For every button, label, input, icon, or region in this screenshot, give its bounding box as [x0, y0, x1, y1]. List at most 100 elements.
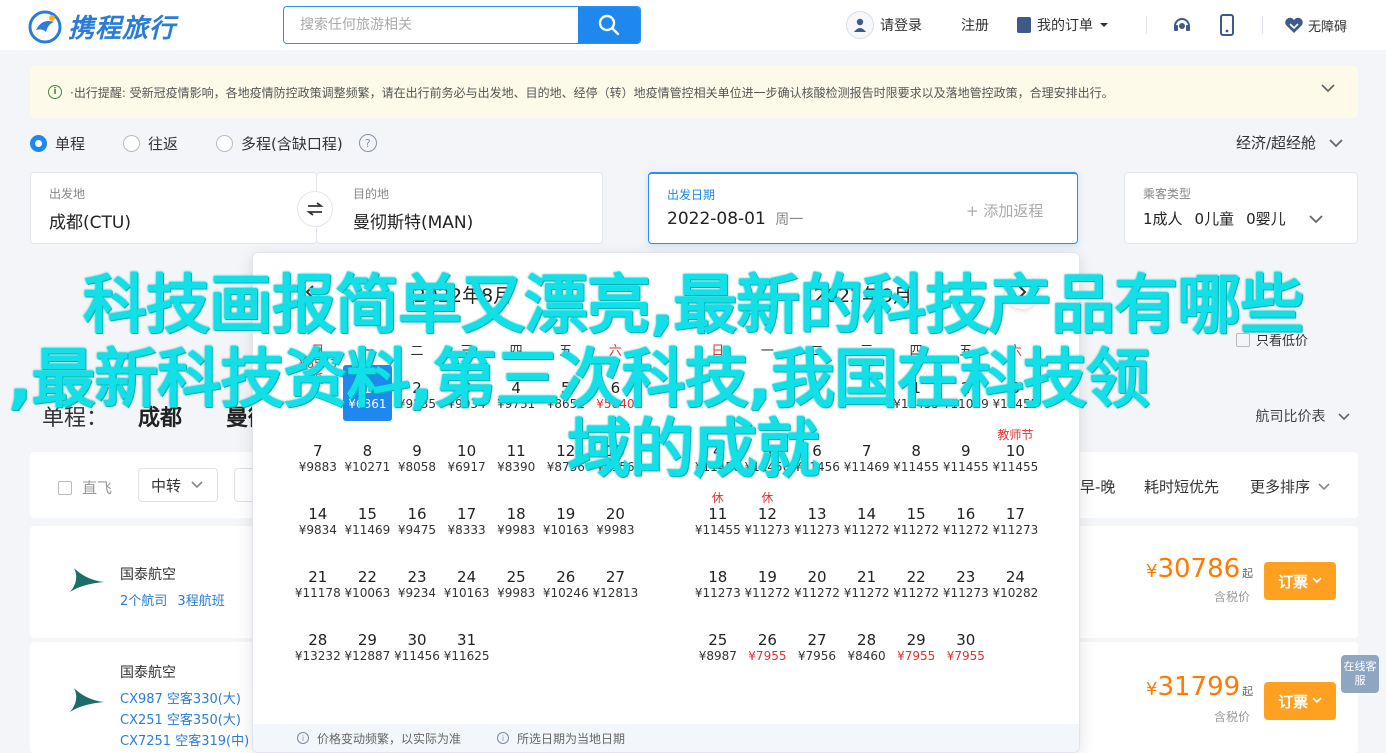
calendar-day[interactable]: 7 ¥11469	[842, 428, 892, 484]
calendar-day[interactable]: 教师节 10 ¥11455	[991, 428, 1041, 484]
calendar-day[interactable]: 8 ¥10271	[343, 428, 393, 484]
calendar-day[interactable]: 20 ¥9983	[591, 491, 641, 547]
calendar-day[interactable]: 13 ¥9156	[591, 428, 641, 484]
airline-compare-link[interactable]: 航司比价表	[1256, 406, 1350, 426]
calendar-day[interactable]: 26 ¥10246	[541, 554, 591, 610]
calendar-day[interactable]: 27 ¥7956	[792, 617, 842, 673]
search-input[interactable]	[284, 7, 578, 43]
calendar-day[interactable]: 10 ¥6917	[442, 428, 492, 484]
next-month-button[interactable]	[1005, 275, 1039, 309]
calendar-day[interactable]: 14 ¥11272	[842, 491, 892, 547]
calendar-day[interactable]: 28 ¥13232	[293, 617, 343, 673]
calendar-day[interactable]: 21 ¥11272	[842, 554, 892, 610]
weekday-header: 四	[909, 344, 923, 359]
calendar-day[interactable]: 17 ¥11273	[991, 491, 1041, 547]
chevron-down-icon[interactable]	[1320, 82, 1336, 94]
calendar-day[interactable]: 9 ¥8058	[392, 428, 442, 484]
dolphin-logo-icon	[28, 10, 62, 44]
segment-count-link[interactable]: 3程航班	[177, 594, 224, 609]
register-link[interactable]: 注册	[961, 0, 989, 50]
calendar-day[interactable]: 30 ¥11456	[392, 617, 442, 673]
sort-early-late[interactable]: 早-晚	[1080, 476, 1115, 497]
calendar-day[interactable]: 28 ¥8460	[842, 617, 892, 673]
destination-field[interactable]: 目的地 曼彻斯特(MAN)	[316, 172, 603, 244]
calendar-day[interactable]: 15 ¥11272	[891, 491, 941, 547]
sort-shortest[interactable]: 耗时短优先	[1144, 476, 1219, 497]
mobile-app-icon[interactable]	[1215, 13, 1239, 37]
calendar-day[interactable]: 6 ¥11456	[792, 428, 842, 484]
flight-number-link[interactable]: CX987 空客330(大)	[120, 688, 241, 707]
calendar-day[interactable]: 23 ¥11273	[941, 554, 991, 610]
passenger-type-field[interactable]: 乘客类型 1成人 0儿童 0婴儿	[1124, 172, 1358, 244]
more-sort-dropdown[interactable]: 更多排序	[1250, 476, 1330, 497]
calendar-day[interactable]: 1 ¥6361	[342, 365, 393, 421]
calendar-day[interactable]: 19 ¥11272	[743, 554, 793, 610]
calendar-day[interactable]: 16 ¥11272	[941, 491, 991, 547]
calendar-day[interactable]: 22 ¥11272	[891, 554, 941, 610]
airline-count-link[interactable]: 2个航司	[120, 594, 167, 609]
calendar-day[interactable]: 21 ¥11178	[293, 554, 343, 610]
calendar-day[interactable]: 29 ¥12887	[343, 617, 393, 673]
low-price-checkbox[interactable]: 只看低价	[1236, 330, 1308, 349]
calendar-day[interactable]: 29 ¥7955	[891, 617, 941, 673]
swap-cities-button[interactable]	[297, 191, 333, 227]
calendar-day[interactable]: 26 ¥7955	[743, 617, 793, 673]
calendar-day[interactable]: 30 ¥7955	[941, 617, 991, 673]
calendar-day[interactable]: 1 ¥11455	[891, 365, 941, 421]
calendar-day[interactable]: 4 ¥11456	[693, 428, 743, 484]
calendar-day[interactable]: 24 ¥10163	[442, 554, 492, 610]
calendar-day[interactable]: 31 ¥11625	[442, 617, 492, 673]
calendar-day[interactable]: 24 ¥10282	[991, 554, 1041, 610]
calendar-day[interactable]: 25 ¥8987	[693, 617, 743, 673]
flight-number-link[interactable]: CX251 空客350(大)	[120, 709, 241, 728]
login-link[interactable]: 请登录	[846, 0, 922, 50]
book-button[interactable]: 订票	[1264, 682, 1336, 720]
departure-field[interactable]: 出发地 成都(CTU)	[30, 172, 317, 244]
calendar-day[interactable]: 23 ¥9234	[392, 554, 442, 610]
my-orders-menu[interactable]: 我的订单	[1017, 0, 1109, 50]
accessibility-link[interactable]: 无障碍	[1284, 0, 1347, 50]
transfer-dropdown[interactable]: 中转	[138, 468, 218, 502]
calendar-day[interactable]: 11 ¥8390	[491, 428, 541, 484]
calendar-day[interactable]: 18 ¥11273	[693, 554, 743, 610]
calendar-day[interactable]: 3 ¥11455	[991, 365, 1041, 421]
radio-multi-city[interactable]: 多程(含缺口程)	[216, 133, 343, 154]
calendar-day[interactable]: 8 ¥11455	[891, 428, 941, 484]
customer-service-icon[interactable]	[1170, 13, 1194, 37]
online-service-button[interactable]: 在线客服	[1341, 655, 1379, 693]
calendar-day[interactable]: 9 ¥11455	[941, 428, 991, 484]
calendar-day[interactable]: 16 ¥9475	[392, 491, 442, 547]
calendar-day[interactable]: 25 ¥9983	[491, 554, 541, 610]
calendar-day[interactable]: 5 ¥11456	[743, 428, 793, 484]
calendar-day[interactable]: 17 ¥8333	[442, 491, 492, 547]
calendar-day[interactable]: 2 ¥11089	[941, 365, 991, 421]
calendar-day[interactable]: 3 ¥9034	[442, 365, 492, 421]
calendar-day[interactable]: 4 ¥9731	[491, 365, 541, 421]
calendar-day[interactable]: 休 11 ¥11455	[693, 491, 743, 547]
calendar-day[interactable]: 13 ¥11273	[792, 491, 842, 547]
nonstop-checkbox[interactable]: 直飞	[58, 477, 112, 498]
calendar-day[interactable]: 2 ¥9235	[392, 365, 442, 421]
calendar-day[interactable]: 18 ¥9983	[491, 491, 541, 547]
calendar-day[interactable]: 19 ¥10163	[541, 491, 591, 547]
calendar-day[interactable]: 14 ¥9834	[293, 491, 343, 547]
holiday-label	[442, 491, 492, 505]
cabin-class-select[interactable]: 经济/超经舱	[1236, 132, 1344, 153]
calendar-day[interactable]: 12 ¥8736	[541, 428, 591, 484]
calendar-day[interactable]: 27 ¥12813	[591, 554, 641, 610]
radio-one-way[interactable]: 单程	[30, 133, 85, 154]
search-button[interactable]	[578, 7, 640, 43]
add-return-button[interactable]: + 添加返程	[966, 200, 1043, 221]
radio-round-trip[interactable]: 往返	[123, 133, 178, 154]
ctrip-logo[interactable]: 携程旅行	[28, 8, 176, 45]
calendar-day[interactable]: 7 ¥9883	[293, 428, 343, 484]
book-button[interactable]: 订票	[1264, 562, 1336, 600]
calendar-day[interactable]: 22 ¥10063	[343, 554, 393, 610]
flight-number-link[interactable]: CX7251 空客319(中)	[120, 730, 249, 749]
calendar-day[interactable]: 6 ¥5840	[591, 365, 641, 421]
calendar-day[interactable]: 休 12 ¥11273	[743, 491, 793, 547]
calendar-day[interactable]: 5 ¥8652	[541, 365, 591, 421]
help-icon[interactable]: ?	[358, 134, 377, 152]
calendar-day[interactable]: 15 ¥11469	[343, 491, 393, 547]
calendar-day[interactable]: 20 ¥11272	[792, 554, 842, 610]
